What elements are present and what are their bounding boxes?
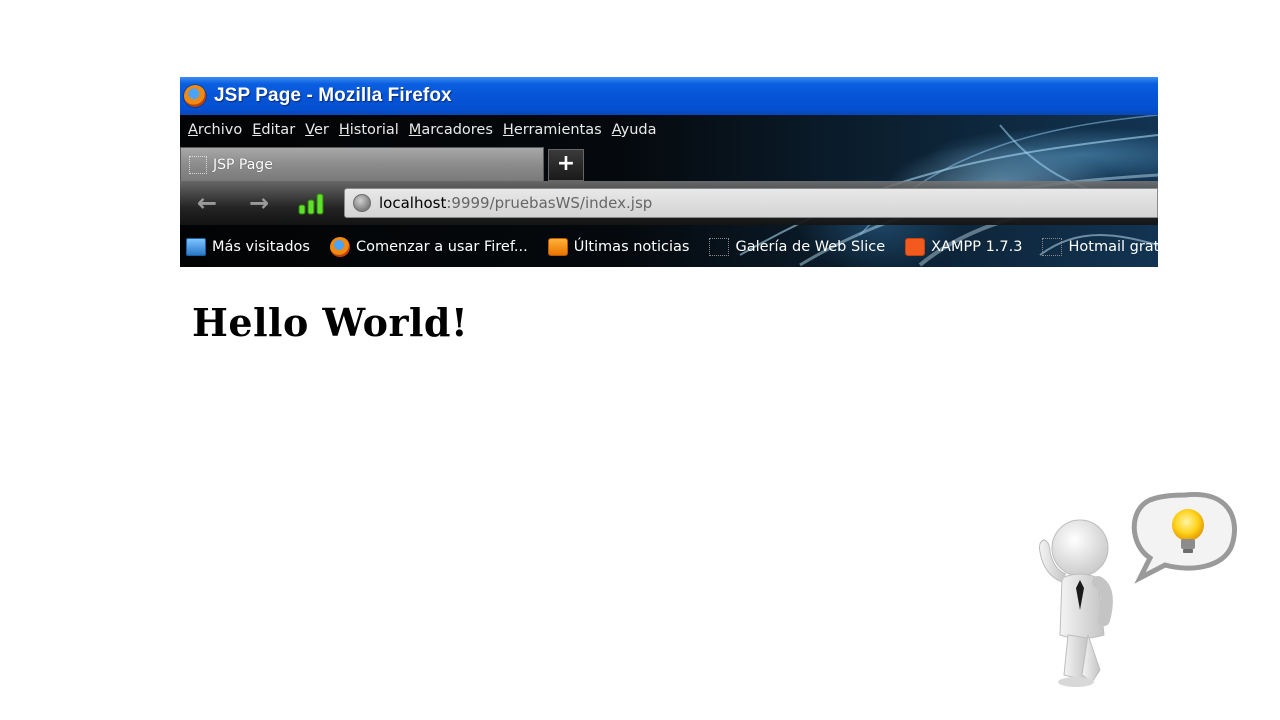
bookmark-xampp[interactable]: XAMPP 1.7.3 [899,238,1022,256]
globe-icon[interactable] [353,194,371,212]
bookmark-label: Más visitados [212,239,310,255]
bookmark-label: Hotmail gratuito [1068,239,1158,255]
browser-chrome: Archivo Editar Ver Historial Marcadores … [180,115,1158,267]
menu-ayuda[interactable]: Ayuda [612,122,657,138]
bookmark-label: Últimas noticias [573,239,690,255]
url-path: :9999/pruebasWS/index.jsp [446,194,653,212]
menu-bar: Archivo Editar Ver Historial Marcadores … [180,115,659,145]
tab-jsp-page[interactable]: JSP Page [180,147,544,181]
tab-label: JSP Page [213,156,273,173]
back-arrow-icon[interactable]: ← [194,190,220,216]
firefox-icon [329,237,350,257]
firefox-logo-icon [184,85,206,107]
new-tab-button[interactable]: + [548,149,584,181]
firefox-window: JSP Page - Mozilla Firefox Archivo Edita… [180,77,1158,267]
signal-bars-icon[interactable] [298,193,326,215]
bookmark-mas-visitados[interactable]: Más visitados [180,238,310,256]
bookmark-galeria-web-slice[interactable]: Galería de Web Slice [703,238,885,256]
bookmark-ultimas-noticias[interactable]: Últimas noticias [542,238,690,256]
webslice-icon [1042,238,1063,256]
thinking-figure-lightbulb-illustration [1000,470,1280,720]
forward-arrow-icon[interactable]: → [246,190,272,216]
tab-favicon-icon [189,155,207,174]
page-heading: Hello World! [192,300,469,345]
folder-search-icon [186,238,206,256]
menu-herramientas[interactable]: Herramientas [503,122,602,138]
title-bar[interactable]: JSP Page - Mozilla Firefox [180,77,1158,115]
menu-marcadores[interactable]: Marcadores [409,122,493,138]
rss-icon [547,238,568,256]
bookmark-label: Comenzar a usar Firef... [355,239,528,255]
navigation-toolbar: ← → localhost:9999/pruebasWS/index.jsp [180,181,1158,225]
bookmarks-toolbar: Más visitados Comenzar a usar Firef... Ú… [180,227,1158,267]
bookmark-comenzar-firefox[interactable]: Comenzar a usar Firef... [324,237,528,257]
menu-historial[interactable]: Historial [339,122,399,138]
bookmark-hotmail[interactable]: Hotmail gratuito [1036,238,1158,256]
menu-editar[interactable]: Editar [252,122,295,138]
xampp-icon [905,238,926,256]
address-bar[interactable]: localhost:9999/pruebasWS/index.jsp [344,188,1158,218]
menu-archivo[interactable]: Archivo [188,122,242,138]
webslice-icon [709,238,730,256]
bookmark-label: Galería de Web Slice [735,239,886,255]
menu-ver[interactable]: Ver [305,122,329,138]
window-title: JSP Page - Mozilla Firefox [214,85,452,106]
bookmark-label: XAMPP 1.7.3 [931,239,1023,255]
url-host: localhost [379,194,447,212]
